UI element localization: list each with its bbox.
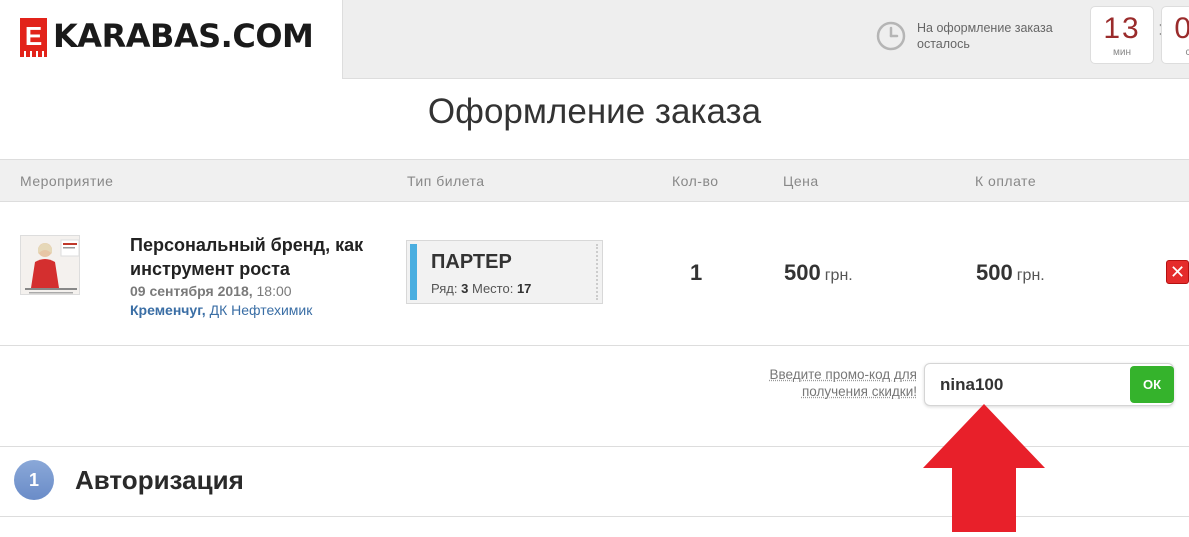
promo-ok-button[interactable]: ОК [1130,366,1174,403]
event-title[interactable]: Персональный бренд, как инструмент роста [130,233,390,281]
ticket-quantity: 1 [690,260,702,286]
timer-minutes-value: 13 [1091,11,1153,47]
clock-icon [875,20,907,52]
event-thumbnail[interactable] [20,235,80,295]
ticket-price: 500 грн. [784,260,853,286]
event-thumbnail-image [21,236,80,295]
logo-area: E KARABAS.COM [0,0,342,79]
col-header-event: Мероприятие [20,173,113,189]
step-number-badge: 1 [14,460,54,500]
total-currency: грн. [1017,267,1045,284]
event-time: 18:00 [257,283,292,299]
row-value: 3 [461,281,468,296]
event-datetime: 09 сентября 2018, 18:00 [130,283,292,299]
delete-ticket-button[interactable]: ✕ [1166,260,1189,284]
promo-code-label[interactable]: Введите промо-код для получения скидки! [757,366,917,400]
event-venue[interactable]: ДК Нефтехимик [210,302,313,318]
logo-text: KARABAS.COM [53,17,313,55]
timer-seconds-value: 04 [1162,11,1189,47]
seat-value: 17 [517,281,531,296]
close-icon: ✕ [1170,263,1185,281]
karabas-logo[interactable]: E KARABAS.COM [20,17,313,55]
col-header-quantity: Кол-во [672,173,719,189]
col-header-price: Цена [783,173,819,189]
promo-code-input[interactable] [925,364,1125,405]
total-value: 500 [976,260,1013,285]
timer-minutes-unit: мин [1091,47,1153,58]
ticket-type: ПАРТЕР [431,251,512,274]
ticket-total: 500 грн. [976,260,1045,286]
red-arrow-annotation [922,404,1046,532]
timer-label: На оформление заказа осталось [917,20,1092,52]
page-title: Оформление заказа [0,92,1189,132]
header-timer-bar: На оформление заказа осталось 13 мин : 0… [342,0,1189,79]
ticket-card: ПАРТЕР Ряд: 3 Место: 17 [406,240,603,304]
event-date: 09 сентября 2018, [130,283,253,299]
price-currency: грн. [825,267,853,284]
price-value: 500 [784,260,821,285]
promo-code-field: ОК [924,363,1174,406]
timer-seconds: 04 сек [1161,6,1189,64]
step-title[interactable]: Авторизация [75,465,244,496]
order-row: Персональный бренд, как инструмент роста… [0,202,1189,346]
row-label: Ряд: [431,281,457,296]
table-header: Мероприятие Тип билета Кол-во Цена К опл… [0,159,1189,202]
timer-seconds-unit: сек [1162,47,1189,58]
col-header-total: К оплате [975,173,1036,189]
event-city[interactable]: Кременчуг, [130,302,206,318]
logo-badge: E [20,18,47,54]
seat-label: Место: [472,281,513,296]
event-location: Кременчуг, ДК Нефтехимик [130,302,312,318]
ticket-seat-info: Ряд: 3 Место: 17 [431,281,531,296]
col-header-ticket-type: Тип билета [407,173,485,189]
timer-minutes: 13 мин [1090,6,1154,64]
